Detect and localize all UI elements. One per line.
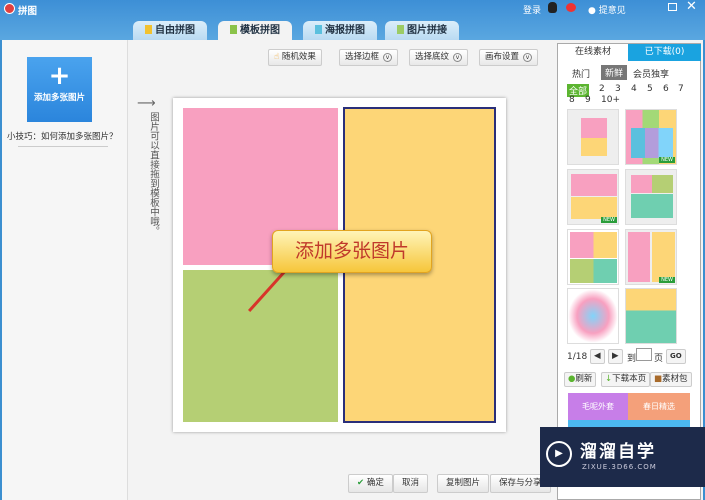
check-icon: ✔ [357,478,365,488]
drag-hint: 图片可以直接拖到模板中哦。 [148,112,159,236]
app-logo-icon [4,3,15,14]
qq-icon[interactable] [548,2,557,13]
tab-label: 模板拼图 [240,25,280,36]
random-effect-button[interactable]: ☝ 随机效果 [268,49,322,66]
tab-free-collage[interactable]: 自由拼图 [133,21,207,40]
tab-label: 图片拼接 [407,25,447,36]
page-input[interactable] [636,348,652,361]
select-texture-button[interactable]: 选择底纹 v [409,49,469,66]
watermark: ▶ 溜溜自学 ZIXUE.3D66.COM [540,427,705,487]
add-images-button[interactable]: + 添加多张图片 [27,57,92,122]
prev-page-button[interactable]: ◀ [590,349,605,364]
maximize-button[interactable] [668,3,677,11]
feedback-link[interactable]: ● 提意见 [588,3,626,16]
tab-poster-collage[interactable]: 海报拼图 [303,21,377,40]
goto-label: 到 [627,354,637,364]
page-4[interactable]: 4 [631,84,637,94]
download-page-button[interactable]: ↓下载本页 [601,372,651,387]
watermark-name: 溜溜自学 [580,442,656,462]
package-icon: ■ [654,374,663,384]
tab-downloaded[interactable]: 已下载(0) [628,44,701,61]
refresh-button[interactable]: ●刷新 [564,372,597,387]
cancel-button[interactable]: 取消 [393,474,429,493]
confirm-label: 确定 [366,478,384,488]
hint-arrow-icon: ⟶ [137,96,156,111]
package-label: 素材包 [662,374,688,384]
poster-icon [315,25,322,34]
new-badge: NEW [601,217,617,223]
feedback-label: 提意见 [598,6,626,16]
template-thumb[interactable]: NEW [625,229,677,285]
new-badge: NEW [659,277,675,283]
canvas-settings-button[interactable]: 画布设置 v [479,49,539,66]
page-7[interactable]: 7 [678,84,684,94]
texture-label: 选择底纹 [415,52,450,62]
confirm-button[interactable]: ✔ 确定 [348,474,393,493]
border-label: 选择边框 [345,52,380,62]
hand-icon: ☝ [274,52,280,62]
weibo-icon[interactable] [566,3,576,12]
template-thumb[interactable] [625,169,677,225]
tab-template-collage[interactable]: 模板拼图 [218,21,292,40]
tip-link[interactable]: 小技巧：如何添加多张图片？ [7,130,118,142]
plus-icon: + [48,61,71,91]
template-thumb[interactable] [567,229,619,285]
banner-spring[interactable]: 春日精选 [628,393,690,420]
add-images-label: 添加多张图片 [33,93,85,103]
new-badge: NEW [659,157,675,163]
tab-label: 海报拼图 [325,25,365,36]
watermark-url: ZIXUE.3D66.COM [582,463,657,471]
app-title: 拼图 [18,6,38,17]
page-8[interactable]: 8 [569,95,575,105]
page-10plus[interactable]: 10+ [601,95,620,105]
chevron-down-icon: v [523,53,533,62]
banner-coat[interactable]: 毛呢外套 [568,393,628,420]
add-images-callout[interactable]: 添加多张图片 [272,230,432,273]
tab-online-materials[interactable]: 在线素材 [558,44,628,61]
divider [18,146,108,147]
template-thumb[interactable]: NEW [567,169,619,225]
free-icon [145,25,152,34]
random-label: 随机效果 [281,52,316,62]
canvas-label: 画布设置 [485,52,520,62]
tab-image-stitch[interactable]: 图片拼接 [385,21,459,40]
page-3[interactable]: 3 [615,84,621,94]
next-page-button[interactable]: ▶ [608,349,623,364]
page-label: 页 [654,354,664,364]
close-button[interactable]: ✕ [686,0,697,14]
chevron-down-icon: v [383,53,393,62]
template-thumb[interactable] [625,288,677,344]
filter-new[interactable]: 新鲜 [601,65,628,80]
cell-green[interactable] [183,270,338,422]
page-9[interactable]: 9 [585,95,591,105]
play-logo-icon: ▶ [546,441,572,467]
template-thumb[interactable] [567,109,619,165]
chevron-down-icon: v [453,53,463,62]
page-2[interactable]: 2 [599,84,605,94]
page-6[interactable]: 6 [663,84,669,94]
tab-label: 自由拼图 [155,25,195,36]
filter-vip[interactable]: 会员独享 [633,67,669,80]
material-pack-button[interactable]: ■素材包 [650,372,692,387]
go-button[interactable]: GO [666,349,686,364]
login-link[interactable]: 登录 [523,3,541,16]
download-label: 下载本页 [612,374,647,384]
page-counter: 1/18 [567,352,588,362]
refresh-label: 刷新 [575,374,593,384]
template-thumb[interactable] [567,288,619,344]
stitch-icon [397,25,404,34]
template-thumb[interactable]: NEW [625,109,677,165]
select-border-button[interactable]: 选择边框 v [339,49,399,66]
filter-hot[interactable]: 热门 [572,67,590,80]
page-5[interactable]: 5 [647,84,653,94]
template-icon [230,25,237,34]
copy-image-button[interactable]: 复制图片 [437,474,490,493]
